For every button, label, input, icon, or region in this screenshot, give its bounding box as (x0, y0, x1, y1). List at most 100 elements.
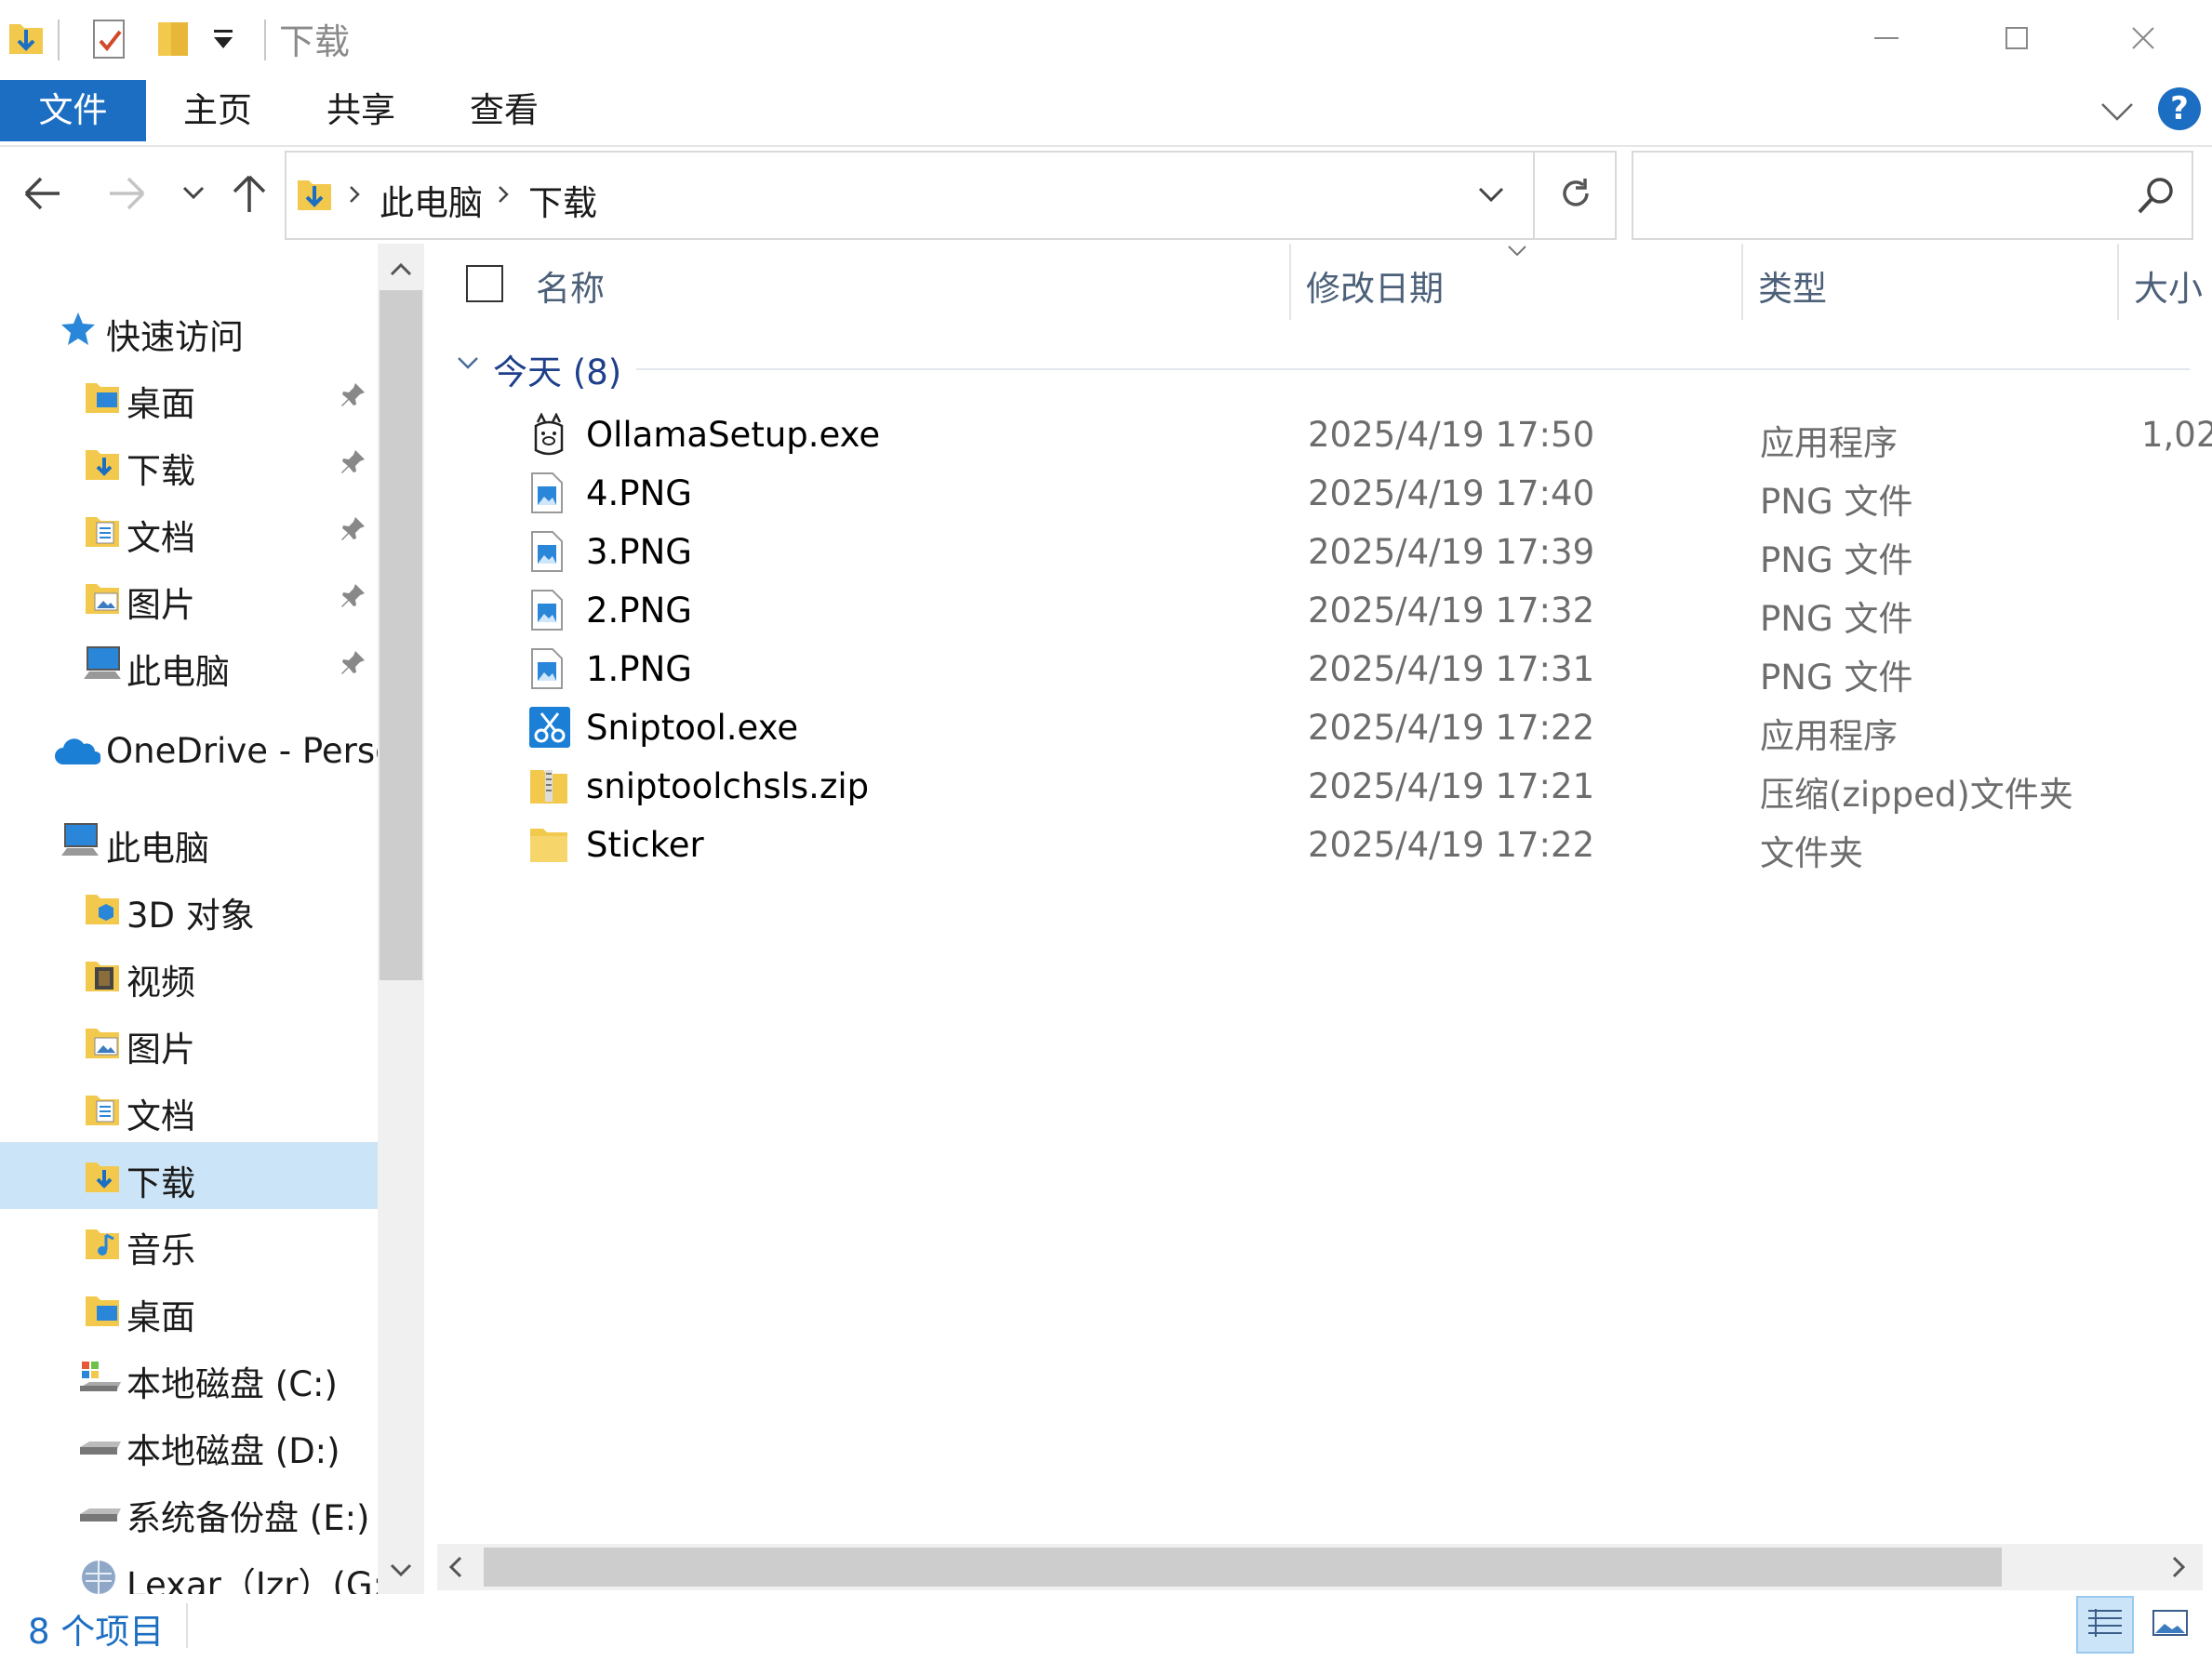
documents-folder-icon (84, 1090, 121, 1131)
pictures-folder-icon (84, 578, 121, 619)
sidebar-item-documents-pinned[interactable]: 文档 (0, 497, 378, 564)
refresh-button[interactable] (1533, 153, 1617, 238)
file-size: 1,02 (2141, 415, 2212, 455)
breadcrumb-this-pc[interactable]: 此电脑 (380, 175, 483, 225)
sidebar-item-drive-e[interactable]: 系统备份盘 (E:) (0, 1477, 378, 1544)
file-type: PNG 文件 (1760, 599, 1913, 639)
select-all-checkbox[interactable] (465, 264, 504, 307)
sidebar-item-downloads[interactable]: 下载 (0, 1142, 378, 1209)
maximize-button[interactable] (1953, 0, 2080, 80)
documents-folder-icon (84, 512, 121, 552)
chevron-right-icon[interactable] (497, 184, 510, 208)
sidebar-item-this-pc[interactable]: 此电脑 (0, 807, 378, 874)
sidebar-item-quick-access[interactable]: 快速访问 (0, 296, 378, 363)
file-date: 2025/4/19 17:39 (1308, 532, 1595, 572)
help-button[interactable]: ? (2158, 87, 2201, 130)
sidebar-item-drive-d[interactable]: 本地磁盘 (D:) (0, 1410, 378, 1477)
pin-icon[interactable] (339, 649, 366, 681)
download-folder-icon (84, 445, 121, 485)
new-folder-icon[interactable] (154, 17, 192, 65)
music-folder-icon (84, 1224, 121, 1265)
folder-icon (528, 823, 569, 870)
sidebar-item-label: 本地磁盘 (D:) (127, 1431, 340, 1471)
desktop-folder-icon (84, 1291, 121, 1332)
sidebar-scroll-thumb[interactable] (380, 290, 422, 980)
file-row-4png[interactable]: 4.PNG 2025/4/19 17:40 PNG 文件 (430, 464, 2212, 523)
chevron-right-icon[interactable] (2171, 1555, 2188, 1583)
file-row-3png[interactable]: 3.PNG 2025/4/19 17:39 PNG 文件 (430, 523, 2212, 581)
pin-icon[interactable] (339, 448, 366, 480)
pin-icon[interactable] (339, 582, 366, 614)
search-box[interactable] (1632, 151, 2193, 240)
sidebar-item-label: 图片 (127, 1030, 195, 1070)
chevron-left-icon[interactable] (446, 1555, 463, 1583)
chevron-down-icon[interactable] (389, 1562, 413, 1583)
column-header-name[interactable]: 名称 (536, 260, 605, 311)
file-row-sniptool[interactable]: Sniptool.exe 2025/4/19 17:22 应用程序 (430, 698, 2212, 757)
chevron-right-icon[interactable] (348, 184, 361, 208)
file-name: 4.PNG (586, 473, 692, 513)
image-file-icon (528, 530, 566, 577)
sidebar-item-3d-objects[interactable]: 3D 对象 (0, 874, 378, 941)
file-row-2png[interactable]: 2.PNG 2025/4/19 17:32 PNG 文件 (430, 581, 2212, 640)
sidebar-item-drive-g[interactable]: Lexar（Jzr）(G: (0, 1544, 378, 1594)
file-date: 2025/4/19 17:50 (1308, 415, 1595, 455)
pin-icon[interactable] (339, 381, 366, 413)
close-button[interactable] (2080, 0, 2206, 80)
properties-icon[interactable] (91, 17, 128, 65)
sidebar-item-label: 本地磁盘 (C:) (127, 1364, 338, 1404)
sidebar-item-this-pc-pinned[interactable]: 此电脑 (0, 631, 378, 698)
sidebar-item-label: 音乐 (127, 1230, 195, 1270)
horizontal-scroll-thumb[interactable] (484, 1548, 2002, 1587)
address-bar[interactable]: 此电脑 下载 (285, 151, 1617, 240)
sidebar-item-videos[interactable]: 视频 (0, 941, 378, 1008)
breadcrumb-downloads[interactable]: 下载 (528, 175, 597, 225)
back-button[interactable] (17, 169, 69, 221)
column-header-type[interactable]: 类型 (1758, 260, 1827, 311)
sidebar-item-documents[interactable]: 文档 (0, 1075, 378, 1142)
pin-icon[interactable] (339, 515, 366, 547)
file-row-ollamasetup[interactable]: OllamaSetup.exe 2025/4/19 17:50 应用程序 1,0… (430, 405, 2212, 464)
recent-locations-button[interactable] (167, 169, 220, 221)
sidebar-item-downloads-pinned[interactable]: 下载 (0, 430, 378, 497)
navigation-pane: 快速访问 桌面 下载 文档 图片 此电脑 OneDrive - Perso 此电… (0, 244, 378, 1594)
column-header-date[interactable]: 修改日期 (1306, 260, 1444, 311)
forward-button[interactable] (100, 169, 153, 221)
file-row-sticker[interactable]: Sticker 2025/4/19 17:22 文件夹 (430, 816, 2212, 874)
file-name: Sniptool.exe (586, 708, 799, 748)
group-divider (636, 368, 2190, 370)
tab-view[interactable]: 查看 (450, 80, 558, 141)
sidebar-item-pictures-pinned[interactable]: 图片 (0, 564, 378, 631)
minimize-button[interactable] (1823, 0, 1950, 80)
download-folder-icon (296, 173, 333, 218)
group-collapse-icon[interactable] (456, 355, 480, 376)
large-icons-view-button[interactable] (2141, 1596, 2199, 1654)
details-view-button[interactable] (2076, 1596, 2134, 1654)
sidebar-item-label: 下载 (127, 1163, 195, 1203)
chevron-up-icon[interactable] (389, 260, 413, 281)
tab-home[interactable]: 主页 (164, 80, 272, 141)
sidebar-item-desktop-pinned[interactable]: 桌面 (0, 363, 378, 430)
sidebar-item-onedrive[interactable]: OneDrive - Perso (0, 718, 378, 785)
sidebar-item-desktop[interactable]: 桌面 (0, 1276, 378, 1343)
customize-quick-access-icon[interactable] (210, 26, 238, 58)
sidebar-item-pictures[interactable]: 图片 (0, 1008, 378, 1075)
address-history-dropdown-icon[interactable] (1477, 184, 1505, 210)
sidebar-item-drive-c[interactable]: 本地磁盘 (C:) (0, 1343, 378, 1410)
drive-icon (78, 1425, 123, 1466)
tab-file[interactable]: 文件 (0, 80, 146, 141)
file-row-1png[interactable]: 1.PNG 2025/4/19 17:31 PNG 文件 (430, 640, 2212, 698)
file-row-sniptoolchsls-zip[interactable]: sniptoolchsls.zip 2025/4/19 17:21 压缩(zip… (430, 757, 2212, 816)
file-date: 2025/4/19 17:32 (1308, 591, 1595, 631)
sidebar-item-music[interactable]: 音乐 (0, 1209, 378, 1276)
up-button[interactable] (223, 169, 275, 221)
search-input[interactable] (1645, 164, 2113, 229)
file-name: sniptoolchsls.zip (586, 766, 870, 806)
search-icon[interactable] (2136, 175, 2177, 219)
status-bar (0, 1594, 2212, 1661)
tab-share[interactable]: 共享 (307, 80, 415, 141)
expand-ribbon-icon[interactable] (2100, 99, 2134, 128)
group-header-today[interactable]: 今天 (8) (493, 344, 621, 394)
videos-folder-icon (84, 956, 121, 997)
column-header-size[interactable]: 大小 (2134, 260, 2203, 311)
